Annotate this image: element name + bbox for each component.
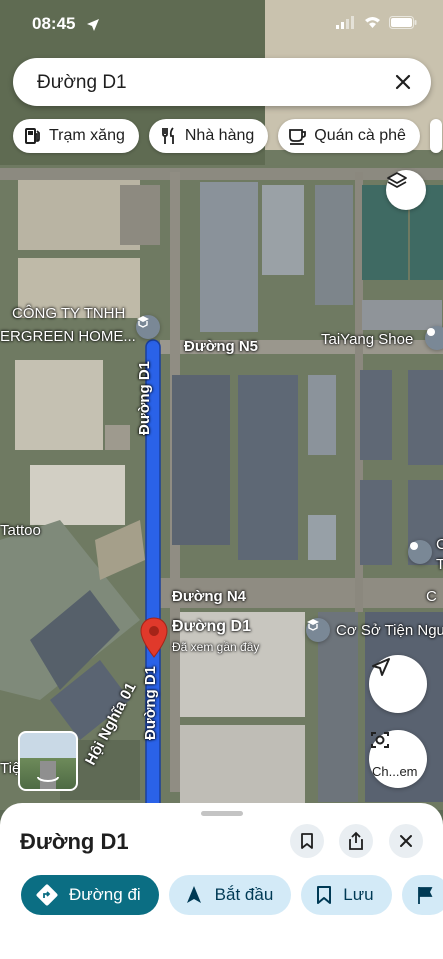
- map-label-n5: Đường N5: [184, 338, 259, 355]
- map-label-d1-vertical: Đường D1: [136, 360, 153, 435]
- start-label: Bắt đầu: [214, 885, 274, 904]
- place-title: Đường D1: [20, 829, 129, 854]
- map-label-right-c2: C: [426, 588, 437, 605]
- chip-label: Nhà hàng: [184, 127, 255, 144]
- save-bookmark-button[interactable]: [290, 824, 324, 858]
- status-bar: 08:45: [0, 0, 443, 50]
- map-label-company[interactable]: CÔNG TY TNHH: [12, 305, 125, 322]
- directions-label: Đường đi: [69, 885, 141, 904]
- share-icon: [349, 831, 363, 850]
- search-query[interactable]: Đường D1: [37, 72, 127, 94]
- lens-button[interactable]: [369, 730, 427, 788]
- poi-marker-icon[interactable]: [425, 326, 443, 350]
- action-buttons: Đường đi Bắt đầu Lưu: [21, 875, 443, 915]
- flag-icon: [417, 887, 433, 904]
- cellular-signal-icon: [336, 16, 354, 29]
- flag-button[interactable]: [401, 875, 443, 915]
- pin-subtitle: Đã xem gần đây: [172, 640, 260, 654]
- battery-icon: [389, 16, 417, 29]
- bookmark-icon: [301, 833, 313, 849]
- street-view-thumbnail[interactable]: [18, 731, 78, 791]
- poi-marker-icon[interactable]: [306, 618, 330, 642]
- start-button[interactable]: Bắt đầu: [168, 875, 292, 915]
- map-label-d1-vertical-2: Đường D1: [142, 665, 159, 740]
- map-label-right-t: T: [436, 556, 443, 573]
- directions-icon: [36, 884, 58, 906]
- chip-gas-station[interactable]: Trạm xăng: [13, 119, 139, 153]
- location-pin-icon[interactable]: [140, 617, 168, 659]
- status-time: 08:45: [32, 14, 76, 33]
- poi-marker-icon[interactable]: [136, 315, 160, 339]
- drag-handle[interactable]: [201, 811, 243, 816]
- location-arrow-icon: [87, 19, 99, 31]
- lens-label: Ch...em: [372, 764, 418, 779]
- map-label-tattoo[interactable]: Tattoo: [0, 522, 41, 539]
- chip-label: Quán cà phê: [314, 127, 406, 144]
- gas-station-icon: [25, 128, 40, 144]
- bookmark-icon: [317, 886, 332, 904]
- navigation-icon: [186, 886, 201, 903]
- pin-title[interactable]: Đường D1: [172, 618, 251, 636]
- map-label-company-line2[interactable]: ERGREEN HOME...: [0, 328, 136, 345]
- camera-lens-icon: [371, 732, 389, 748]
- place-bottom-sheet[interactable]: Đường D1 Đường đi Bắt đầu Lưu: [0, 803, 443, 959]
- restaurant-icon: [161, 127, 174, 144]
- navigation-arrow-icon: [372, 658, 390, 676]
- poi-marker-icon[interactable]: [408, 540, 432, 564]
- save-label: Lưu: [343, 885, 374, 904]
- save-button[interactable]: Lưu: [301, 875, 392, 915]
- share-button[interactable]: [339, 824, 373, 858]
- directions-button[interactable]: Đường đi: [21, 875, 159, 915]
- chip-label: Trạm xăng: [49, 127, 125, 144]
- chip-more[interactable]: [429, 119, 442, 153]
- map-label-right-c: C: [436, 536, 443, 553]
- chip-coffee[interactable]: Quán cà phê: [278, 119, 420, 153]
- coffee-icon: [289, 129, 307, 145]
- layers-icon: [387, 172, 407, 188]
- chip-restaurant[interactable]: Nhà hàng: [148, 119, 269, 153]
- layers-button[interactable]: [386, 170, 426, 210]
- map-label-taiyang[interactable]: TaiYang Shoe: [321, 331, 413, 348]
- close-icon[interactable]: [391, 70, 415, 94]
- close-sheet-button[interactable]: [389, 824, 423, 858]
- search-bar[interactable]: Đường D1: [13, 58, 431, 106]
- category-chips: Trạm xăng Nhà hàng Quán cà phê: [13, 119, 442, 153]
- close-icon: [400, 835, 412, 847]
- wifi-icon: [365, 17, 380, 28]
- map-label-n4: Đường N4: [172, 588, 247, 605]
- my-location-button[interactable]: [369, 655, 427, 713]
- map-label-co-so[interactable]: Cơ Sở Tiện Ngu: [336, 622, 443, 639]
